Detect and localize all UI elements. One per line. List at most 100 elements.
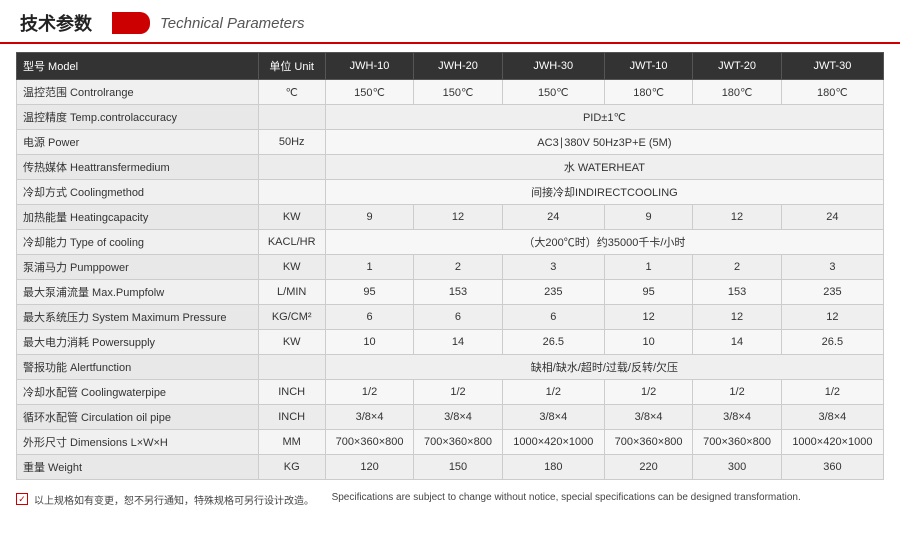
row-value: 1 <box>604 255 692 280</box>
table-row: 冷却方式 Coolingmethod 间接冷却INDIRECTCOOLING <box>17 180 884 205</box>
row-unit <box>258 355 325 380</box>
row-value: 3/8×4 <box>502 405 604 430</box>
row-span-value: 间接冷却INDIRECTCOOLING <box>325 180 883 205</box>
row-unit: KG <box>258 455 325 480</box>
row-value: 14 <box>693 330 781 355</box>
row-label: 温控精度 Temp.controlaccuracy <box>17 105 259 130</box>
row-value: 6 <box>414 305 502 330</box>
row-value: 150℃ <box>502 80 604 105</box>
table-row: 冷却能力 Type of coolingKACL/HR（大200℃时）约3500… <box>17 230 884 255</box>
row-value: 1 <box>325 255 413 280</box>
row-label: 泵浦马力 Pumppower <box>17 255 259 280</box>
table-row: 循环水配管 Circulation oil pipeINCH3/8×43/8×4… <box>17 405 884 430</box>
header-title-en: Technical Parameters <box>160 15 305 32</box>
row-label: 温控范围 Controlrange <box>17 80 259 105</box>
row-value: 10 <box>604 330 692 355</box>
row-value: 153 <box>414 280 502 305</box>
row-value: 235 <box>502 280 604 305</box>
header: 技术参数 Technical Parameters <box>0 0 900 44</box>
row-value: 1/2 <box>693 380 781 405</box>
row-value: 95 <box>604 280 692 305</box>
table-row: 重量 WeightKG120150180220300360 <box>17 455 884 480</box>
row-unit: INCH <box>258 405 325 430</box>
row-value: 10 <box>325 330 413 355</box>
row-value: 12 <box>693 205 781 230</box>
table-row: 温控范围 Controlrange℃150℃150℃150℃180℃180℃18… <box>17 80 884 105</box>
row-unit: ℃ <box>258 80 325 105</box>
row-label: 传热媒体 Heattransfermedium <box>17 155 259 180</box>
checkbox-icon <box>16 493 28 505</box>
row-value: 3/8×4 <box>781 405 883 430</box>
row-value: 6 <box>325 305 413 330</box>
col-unit: 单位 Unit <box>258 53 325 80</box>
row-label: 冷却水配管 Coolingwaterpipe <box>17 380 259 405</box>
table-header-row: 型号 Model 单位 Unit JWH-10 JWH-20 JWH-30 JW… <box>17 53 884 80</box>
row-value: 9 <box>325 205 413 230</box>
col-jwh30: JWH-30 <box>502 53 604 80</box>
row-value: 3 <box>781 255 883 280</box>
row-value: 180℃ <box>781 80 883 105</box>
row-value: 2 <box>414 255 502 280</box>
col-jwh20: JWH-20 <box>414 53 502 80</box>
row-value: 700×360×800 <box>414 430 502 455</box>
row-value: 12 <box>693 305 781 330</box>
row-value: 700×360×800 <box>604 430 692 455</box>
row-label: 冷却能力 Type of cooling <box>17 230 259 255</box>
col-jwt20: JWT-20 <box>693 53 781 80</box>
row-label: 最大电力消耗 Powersupply <box>17 330 259 355</box>
row-label: 最大系统压力 System Maximum Pressure <box>17 305 259 330</box>
footer-en: Specifications are subject to change wit… <box>332 492 801 503</box>
row-value: 1/2 <box>414 380 502 405</box>
table-row: 电源 Power50HzAC3∣380V 50Hz3P+E (5M) <box>17 130 884 155</box>
row-value: 300 <box>693 455 781 480</box>
row-label: 重量 Weight <box>17 455 259 480</box>
row-value: 150℃ <box>414 80 502 105</box>
row-value: 3/8×4 <box>693 405 781 430</box>
row-value: 6 <box>502 305 604 330</box>
row-label: 外形尺寸 Dimensions L×W×H <box>17 430 259 455</box>
row-span-value: 水 WATERHEAT <box>325 155 883 180</box>
table-row: 泵浦马力 PumppowerKW123123 <box>17 255 884 280</box>
row-value: 24 <box>502 205 604 230</box>
table-row: 加热能量 HeatingcapacityKW9122491224 <box>17 205 884 230</box>
row-unit <box>258 180 325 205</box>
row-label: 最大泵浦流量 Max.Pumpfolw <box>17 280 259 305</box>
row-unit: L/MIN <box>258 280 325 305</box>
row-value: 3/8×4 <box>325 405 413 430</box>
row-value: 180℃ <box>604 80 692 105</box>
col-model: 型号 Model <box>17 53 259 80</box>
row-value: 360 <box>781 455 883 480</box>
row-unit: KW <box>258 255 325 280</box>
row-value: 700×360×800 <box>693 430 781 455</box>
tech-params-table: 型号 Model 单位 Unit JWH-10 JWH-20 JWH-30 JW… <box>16 52 884 480</box>
footer-note: 以上规格如有变更，恕不另行通知，特殊规格可另行设计改造。 Specificati… <box>0 486 900 515</box>
row-unit: KW <box>258 330 325 355</box>
row-value: 153 <box>693 280 781 305</box>
row-label: 警报功能 Alertfunction <box>17 355 259 380</box>
row-value: 3 <box>502 255 604 280</box>
row-value: 150℃ <box>325 80 413 105</box>
footer-cn: 以上规格如有变更，恕不另行通知，特殊规格可另行设计改造。 <box>34 492 314 507</box>
row-value: 3/8×4 <box>604 405 692 430</box>
row-value: 1/2 <box>325 380 413 405</box>
table-row: 最大泵浦流量 Max.PumpfolwL/MIN9515323595153235 <box>17 280 884 305</box>
row-label: 冷却方式 Coolingmethod <box>17 180 259 205</box>
row-unit: KW <box>258 205 325 230</box>
row-unit: MM <box>258 430 325 455</box>
table-row: 温控精度 Temp.controlaccuracyPID±1℃ <box>17 105 884 130</box>
row-value: 180 <box>502 455 604 480</box>
row-unit: KACL/HR <box>258 230 325 255</box>
row-value: 26.5 <box>781 330 883 355</box>
row-value: 12 <box>781 305 883 330</box>
table-row: 传热媒体 Heattransfermedium 水 WATERHEAT <box>17 155 884 180</box>
row-value: 235 <box>781 280 883 305</box>
row-span-value: （大200℃时）约35000千卡/小时 <box>325 230 883 255</box>
row-value: 26.5 <box>502 330 604 355</box>
row-unit: INCH <box>258 380 325 405</box>
row-value: 2 <box>693 255 781 280</box>
table-row: 最大系统压力 System Maximum PressureKG/CM²6661… <box>17 305 884 330</box>
header-accent <box>112 12 150 34</box>
row-value: 120 <box>325 455 413 480</box>
row-value: 12 <box>604 305 692 330</box>
row-value: 1/2 <box>604 380 692 405</box>
